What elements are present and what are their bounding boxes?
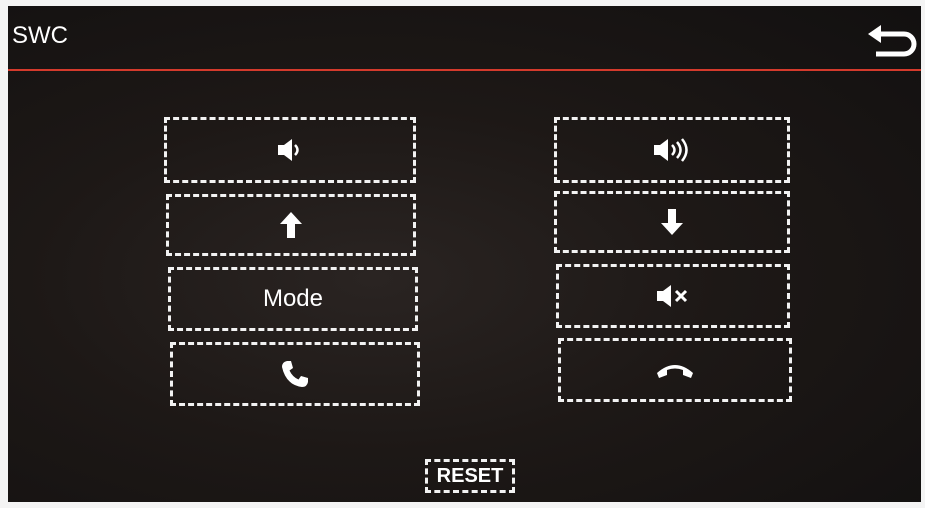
reset-button[interactable]: RESET: [425, 459, 515, 493]
volume-up-key[interactable]: [554, 117, 790, 183]
phone-answer-key[interactable]: [170, 342, 420, 406]
header-bar: SWC: [8, 6, 921, 69]
swc-screen: SWC Mode RESET: [8, 6, 921, 502]
arrow-up-key[interactable]: [166, 194, 416, 256]
mode-key-label: Mode: [262, 285, 324, 312]
volume-down-icon: [278, 139, 299, 161]
arrow-up-icon: [280, 212, 302, 238]
arrow-down-icon: [661, 209, 683, 235]
reset-button-label: RESET: [436, 464, 504, 487]
page-title: SWC: [12, 22, 68, 49]
volume-up-icon: [654, 138, 688, 162]
volume-down-key[interactable]: [164, 117, 416, 183]
header-divider: [8, 69, 921, 71]
mute-key[interactable]: [556, 264, 790, 328]
phone-hangup-key[interactable]: [558, 338, 792, 402]
arrow-down-key[interactable]: [554, 191, 790, 253]
back-arrow-icon: [868, 25, 917, 57]
mode-key[interactable]: Mode: [168, 267, 418, 331]
mute-icon: [657, 285, 688, 307]
phone-hangup-icon: [657, 365, 693, 378]
phone-answer-icon: [282, 361, 308, 387]
back-button[interactable]: [866, 22, 918, 58]
